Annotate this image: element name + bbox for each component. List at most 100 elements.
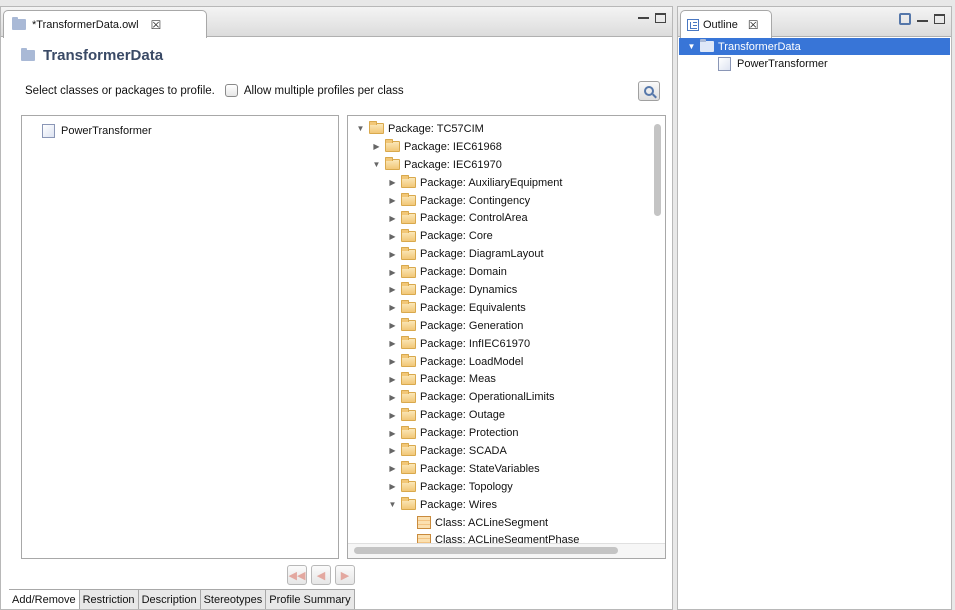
form-title: TransformerData [21, 47, 163, 64]
tree-row-label: Package: Wires [420, 498, 498, 511]
tree-package-row[interactable]: ▶ Package: Protection [348, 424, 579, 442]
collapsed-arrow-icon[interactable]: ▶ [388, 303, 397, 312]
search-icon [644, 86, 654, 96]
tree-package-row[interactable]: ▶ Package: InfIEC61970 [348, 335, 579, 353]
tree-package-row[interactable]: ▶ Package: AuxiliaryEquipment [348, 174, 579, 192]
package-tree[interactable]: ▼ Package: TC57CIM ▶ Package: IEC61968 ▼ Pack… [347, 115, 666, 559]
class-doc-icon [718, 57, 731, 71]
collapsed-arrow-icon[interactable]: ▶ [388, 411, 397, 420]
allow-multiple-checkbox[interactable] [224, 84, 238, 97]
tree-package-row[interactable]: ▼ Package: TC57CIM [348, 120, 579, 138]
expanded-arrow-icon[interactable]: ▼ [372, 160, 381, 169]
remove-all-button[interactable]: ◀◀ [287, 565, 307, 585]
tree-package-row[interactable]: ▶ Package: Equivalents [348, 299, 579, 317]
search-button[interactable] [638, 81, 660, 101]
editor-tab-title: *TransformerData.owl [32, 18, 139, 31]
tree-row-label: Package: AuxiliaryEquipment [420, 176, 563, 189]
tree-package-row[interactable]: ▶ Package: IEC61968 [348, 138, 579, 156]
outline-child-item[interactable]: PowerTransformer [718, 57, 828, 71]
package-folder-icon [401, 300, 416, 314]
tree-package-row[interactable]: ▼ Package: IEC61970 [348, 156, 579, 174]
tree-row-label: Package: IEC61968 [404, 140, 502, 153]
collapsed-arrow-icon[interactable]: ▶ [388, 321, 397, 330]
add-button[interactable]: ▶ [335, 565, 355, 585]
collapsed-arrow-icon[interactable]: ▶ [388, 285, 397, 294]
tree-row-label: Class: ACLineSegment [435, 516, 549, 529]
expanded-arrow-icon[interactable]: ▼ [356, 124, 365, 133]
close-icon[interactable]: ☒ [151, 18, 162, 32]
collapsed-arrow-icon[interactable]: ▶ [388, 232, 397, 241]
maximize-icon[interactable] [934, 14, 945, 24]
package-folder-icon [401, 479, 416, 493]
tree-package-row[interactable]: ▶ Package: OperationalLimits [348, 388, 579, 406]
minimize-icon[interactable] [638, 13, 649, 19]
maximize-icon[interactable] [655, 13, 666, 23]
package-folder-icon [401, 425, 416, 439]
collapsed-arrow-icon[interactable]: ▶ [388, 482, 397, 491]
outline-tab-title: Outline [703, 18, 738, 31]
tree-row-label: Package: Core [420, 230, 493, 243]
collapsed-arrow-icon[interactable]: ▶ [372, 142, 381, 151]
tab-stereotypes[interactable]: Stereotypes [200, 590, 267, 609]
tree-package-row[interactable]: ▶ Package: ControlArea [348, 209, 579, 227]
tree-package-row[interactable]: ▶ Package: LoadModel [348, 353, 579, 371]
tree-package-row[interactable]: ▶ Package: DiagramLayout [348, 245, 579, 263]
minimize-icon[interactable] [917, 16, 928, 22]
collapsed-arrow-icon[interactable]: ▶ [388, 393, 397, 402]
tree-package-row[interactable]: ▶ Package: Core [348, 227, 579, 245]
tab-profile-summary[interactable]: Profile Summary [266, 590, 355, 609]
editor-window-controls [638, 13, 666, 23]
tree-package-row[interactable]: ▶ Package: Dynamics [348, 281, 579, 299]
tree-package-row[interactable]: ▶ Package: Generation [348, 317, 579, 335]
collapsed-arrow-icon[interactable]: ▶ [388, 196, 397, 205]
list-item[interactable]: PowerTransformer [42, 124, 152, 138]
editor-tab[interactable]: *TransformerData.owl ☒ [3, 10, 207, 38]
tree-row-label: Package: Dynamics [420, 283, 518, 296]
outline-root-item[interactable]: ▼ TransformerData [679, 38, 950, 55]
tab-restriction[interactable]: Restriction [79, 590, 139, 609]
tree-package-row[interactable]: ▶ Package: Domain [348, 263, 579, 281]
collapsed-arrow-icon[interactable]: ▶ [388, 375, 397, 384]
class-icon [417, 516, 431, 530]
expanded-arrow-icon[interactable]: ▼ [687, 42, 696, 51]
expanded-arrow-icon[interactable]: ▼ [388, 500, 397, 509]
collapsed-arrow-icon[interactable]: ▶ [388, 446, 397, 455]
tree-package-row[interactable]: ▶ Package: Outage [348, 406, 579, 424]
collapsed-arrow-icon[interactable]: ▶ [388, 268, 397, 277]
ontology-icon [700, 39, 714, 52]
outline-tabbar: Outline ☒ [678, 7, 951, 38]
tree-package-row[interactable]: ▼ Package: Wires [348, 496, 579, 514]
collapsed-arrow-icon[interactable]: ▶ [388, 357, 397, 366]
tree-row-label: Package: ControlArea [420, 212, 528, 225]
tree-class-row[interactable]: Class: ACLineSegment [348, 514, 579, 532]
tree-package-row[interactable]: ▶ Package: Meas [348, 370, 579, 388]
package-folder-icon [401, 193, 416, 206]
collapsed-arrow-icon[interactable]: ▶ [388, 429, 397, 438]
tree-package-row[interactable]: ▶ Package: StateVariables [348, 460, 579, 478]
allow-multiple-label[interactable]: Allow multiple profiles per class [244, 85, 404, 97]
tab-description[interactable]: Description [138, 590, 201, 609]
tree-package-row[interactable]: ▶ Package: Contingency [348, 192, 579, 210]
tree-row-label: Package: SCADA [420, 444, 507, 457]
collapsed-arrow-icon[interactable]: ▶ [388, 250, 397, 259]
remove-button[interactable]: ◀ [311, 565, 331, 585]
package-folder-icon [401, 443, 416, 457]
form-page-tabs: Add/Remove Restriction Description Stere… [9, 589, 355, 609]
search-icon[interactable] [899, 13, 911, 25]
package-folder-icon [401, 354, 416, 368]
tree-package-row[interactable]: ▶ Package: Topology [348, 478, 579, 496]
tree-row-label: Package: LoadModel [420, 355, 524, 368]
tree-package-row[interactable]: ▶ Package: SCADA [348, 442, 579, 460]
close-icon[interactable]: ☒ [748, 18, 759, 32]
tree-row-label: Package: Generation [420, 319, 524, 332]
tab-add-remove[interactable]: Add/Remove [9, 590, 80, 609]
collapsed-arrow-icon[interactable]: ▶ [388, 464, 397, 473]
collapsed-arrow-icon[interactable]: ▶ [388, 339, 397, 348]
vertical-scrollbar[interactable] [654, 124, 661, 216]
collapsed-arrow-icon[interactable]: ▶ [388, 178, 397, 187]
ontology-icon [21, 48, 35, 61]
selected-classes-list[interactable]: PowerTransformer [21, 115, 339, 559]
horizontal-scrollbar[interactable] [354, 547, 618, 554]
collapsed-arrow-icon[interactable]: ▶ [388, 214, 397, 223]
outline-tab[interactable]: Outline ☒ [680, 10, 772, 38]
